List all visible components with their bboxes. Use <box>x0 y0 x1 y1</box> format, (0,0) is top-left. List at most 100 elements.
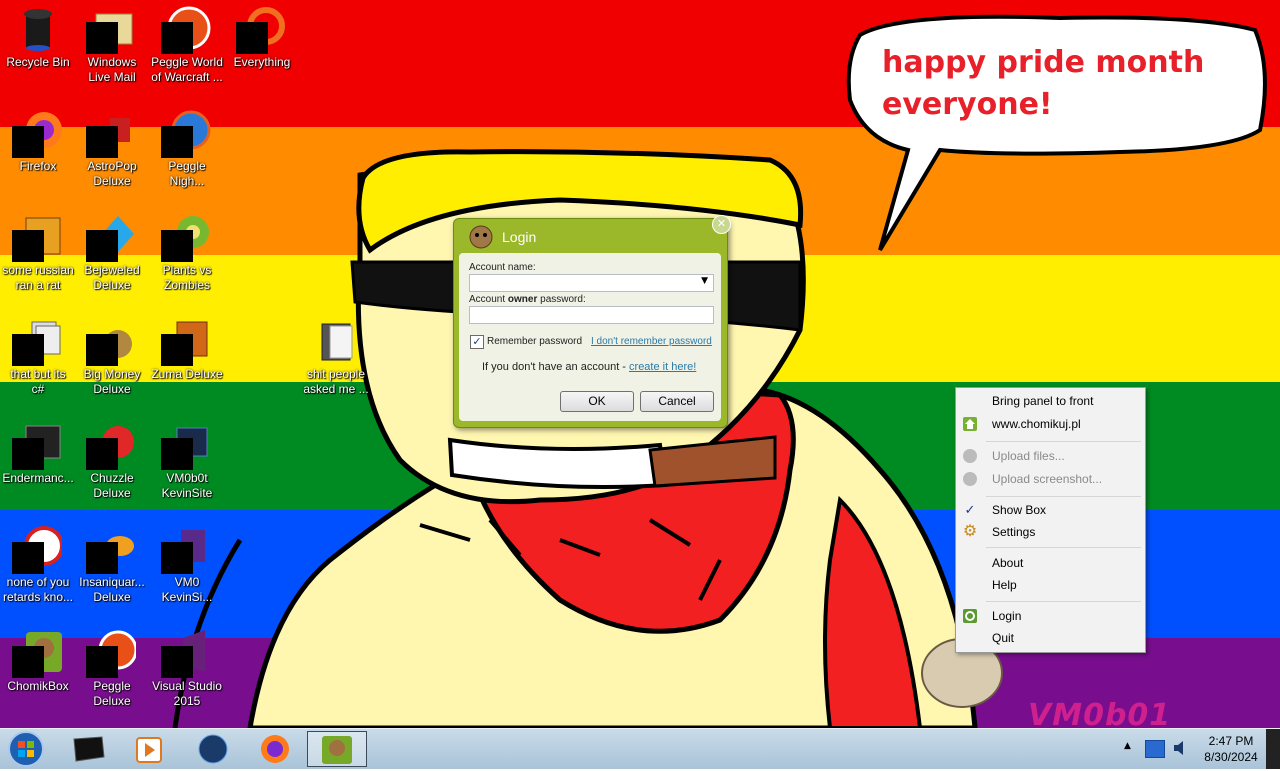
menu-item-chomikuj-website[interactable]: www.chomikuj.pl <box>992 417 1081 431</box>
login-dialog-title: Login <box>502 229 537 245</box>
upload-screenshot-icon <box>962 471 978 487</box>
vm0-kevinsi-icon <box>161 524 211 574</box>
redaction-box <box>86 334 118 366</box>
taskbar-media-player[interactable] <box>120 731 178 767</box>
desktop-icon-insaniquarium-deluxe[interactable]: Insaniquar... Deluxe <box>74 520 150 605</box>
desktop-icon-astropop-deluxe[interactable]: AstroPop Deluxe <box>74 104 150 189</box>
desktop-icon-that-but-its-csharp[interactable]: that but its c# <box>0 312 76 397</box>
desktop-icon-none-of-you-retards[interactable]: none of you retards kno... <box>0 520 76 605</box>
desktop-icon-bejeweled-deluxe[interactable]: Bejeweled Deluxe <box>74 208 150 293</box>
desktop-icon-chomikbox[interactable]: ChomikBox <box>0 624 76 694</box>
account-name-combobox[interactable]: ▼ <box>469 274 714 292</box>
desktop-icon-zuma-deluxe[interactable]: Zuma Deluxe <box>149 312 225 382</box>
desktop-icon-peggle-deluxe[interactable]: Peggle Deluxe <box>74 624 150 709</box>
desktop-icon-label: Peggle Nigh... <box>168 159 206 188</box>
create-account-text: If you don't have an account - create it… <box>482 361 696 373</box>
desktop-icon-label: Recycle Bin <box>6 55 70 69</box>
password-label-bold: owner <box>507 294 538 305</box>
desktop-icon-visual-studio-2015[interactable]: Visual Studio 2015 <box>149 624 225 709</box>
desktop-icon-label: Chuzzle Deluxe <box>90 471 134 500</box>
desktop-icon-plants-vs-zombies[interactable]: Plants vs Zombies <box>149 208 225 293</box>
forgot-password-link[interactable]: I don't remember password <box>591 336 712 347</box>
desktop-icon-windows-live-mail[interactable]: Windows Live Mail <box>74 0 150 85</box>
desktop-icon-label: VM0b0t KevinSite <box>161 471 213 500</box>
menu-item-bring-panel-to-front[interactable]: Bring panel to front <box>992 394 1093 408</box>
upload-files-icon <box>962 448 978 464</box>
desktop-icon-chuzzle-deluxe[interactable]: Chuzzle Deluxe <box>74 416 150 501</box>
menu-item-upload-files[interactable]: Upload files... <box>992 449 1065 463</box>
big-money-icon <box>86 316 136 366</box>
create-account-link[interactable]: create it here! <box>629 361 696 373</box>
shortcut-stack-icon <box>12 316 62 366</box>
desktop-icon-label: Visual Studio 2015 <box>152 679 222 708</box>
taskbar: ▲ 2:47 PM 8/30/2024 <box>0 728 1280 769</box>
volume-icon[interactable] <box>1172 739 1188 757</box>
desktop-icon-peggle-nights[interactable]: Peggle Nigh... <box>149 104 225 189</box>
redaction-box <box>161 646 193 678</box>
password-label-pre: Account <box>469 294 508 305</box>
show-desktop-button[interactable] <box>1266 729 1280 769</box>
desktop-icon-everything[interactable]: Everything <box>224 0 300 70</box>
cmd-window-icon <box>73 736 105 762</box>
close-button[interactable]: ✕ <box>712 215 731 234</box>
bejeweled-icon <box>86 212 136 262</box>
password-label-post: password: <box>537 294 586 305</box>
remember-password-checkbox[interactable]: ✓ <box>470 335 484 349</box>
redaction-box <box>86 438 118 470</box>
desktop-icon-recycle-bin[interactable]: Recycle Bin <box>0 0 76 70</box>
redaction-box <box>86 646 118 678</box>
menu-separator <box>986 601 1141 602</box>
redaction-box <box>161 22 193 54</box>
menu-item-about[interactable]: About <box>992 556 1023 570</box>
globe-icon <box>198 734 228 764</box>
taskbar-cmd-window[interactable] <box>60 731 118 767</box>
menu-item-show-box[interactable]: Show Box <box>992 503 1046 517</box>
password-field[interactable] <box>469 306 714 324</box>
taskbar-network-globe[interactable] <box>184 731 242 767</box>
vm0b0t-kevinsite-icon <box>161 420 211 470</box>
redaction-box <box>161 438 193 470</box>
clock[interactable]: 2:47 PM 8/30/2024 <box>1196 733 1266 765</box>
cancel-button[interactable]: Cancel <box>640 391 714 412</box>
desktop-icon-label: none of you retards kno... <box>2 575 74 604</box>
chuzzle-icon <box>86 420 136 470</box>
taskbar-firefox[interactable] <box>246 731 304 767</box>
desktop-icon-firefox[interactable]: Firefox <box>0 104 76 174</box>
wallpaper-signature: VM0b01 <box>1028 698 1172 728</box>
start-button[interactable] <box>6 730 46 768</box>
menu-item-login[interactable]: Login <box>992 609 1021 623</box>
chevron-down-icon[interactable]: ▼ <box>701 276 708 286</box>
insaniquarium-icon <box>86 524 136 574</box>
redaction-box <box>161 542 193 574</box>
remember-password-label: Remember password <box>487 336 583 347</box>
desktop-icon-shit-people-asked-me[interactable]: shit people asked me ... <box>298 312 374 397</box>
astropop-icon <box>86 108 136 158</box>
redaction-box <box>86 542 118 574</box>
peggle-wow-icon <box>161 4 211 54</box>
desktop-icon-endermanc[interactable]: Endermanc... <box>0 416 76 486</box>
desktop-icon-label: Endermanc... <box>2 471 74 485</box>
desktop-icon-label: Peggle World of Warcraft ... <box>151 55 223 84</box>
menu-item-upload-screenshot[interactable]: Upload screenshot... <box>992 472 1102 486</box>
menu-separator <box>986 441 1141 442</box>
tray-chomikbox-icon[interactable] <box>1145 740 1165 758</box>
menu-item-help[interactable]: Help <box>992 578 1017 592</box>
desktop-icon-label: VM0 KevinSi... <box>161 575 213 604</box>
menu-item-quit[interactable]: Quit <box>992 631 1014 645</box>
ok-button[interactable]: OK <box>560 391 634 412</box>
desktop-icon-vm0-kevinsi[interactable]: VM0 KevinSi... <box>149 520 225 605</box>
desktop-icon-some-russian-ran-a-rat[interactable]: some russian ran a rat <box>0 208 76 293</box>
tray-overflow-arrow-icon[interactable]: ▲ <box>1124 741 1131 751</box>
menu-separator <box>986 496 1141 497</box>
none-of-you-icon <box>12 524 64 574</box>
password-label: Account owner password: <box>469 294 586 305</box>
desktop-icon-vm0b0t-kevinsite[interactable]: VM0b0t KevinSite <box>149 416 225 501</box>
media-player-icon <box>136 737 162 763</box>
desktop-icon-peggle-world-of-warcraft[interactable]: Peggle World of Warcraft ... <box>149 0 225 85</box>
desktop-icon-label: Peggle Deluxe <box>93 679 131 708</box>
taskbar-chomikbox-active[interactable] <box>307 731 367 767</box>
redaction-box <box>86 126 118 158</box>
menu-item-settings[interactable]: Settings <box>992 525 1035 539</box>
desktop-icon-big-money-deluxe[interactable]: Big Money Deluxe <box>74 312 150 397</box>
redaction-box <box>86 230 118 262</box>
